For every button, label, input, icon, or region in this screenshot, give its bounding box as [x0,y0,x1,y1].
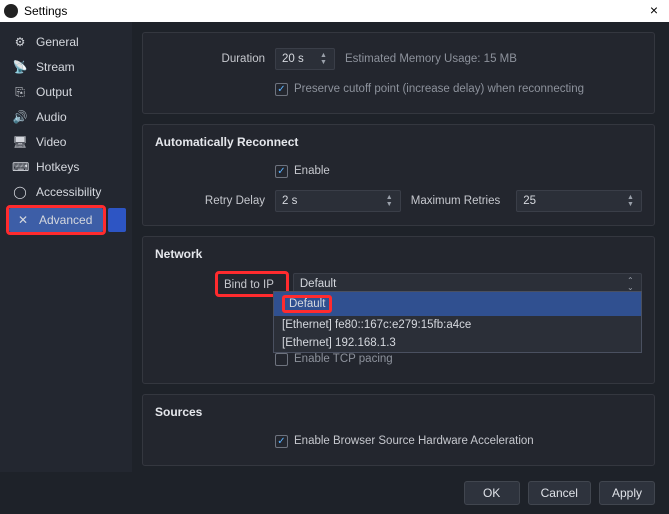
duration-value: 20 s [282,53,304,65]
keyboard-icon: ⌨ [12,160,28,174]
option-label: [Ethernet] fe80::167c:e279:15fb:a4ce [282,319,471,331]
row-duration: Duration 20 s ▲▼ Estimated Memory Usage:… [155,47,642,71]
selection-overflow [108,208,126,232]
tcp-pacing-checkbox-row[interactable]: Enable TCP pacing [275,353,393,366]
memory-usage-text: Estimated Memory Usage: 15 MB [345,53,517,65]
row-browser-hw: Enable Browser Source Hardware Accelerat… [155,429,642,453]
sources-title: Sources [155,405,642,419]
gear-icon: ⚙ [12,35,28,49]
sidebar: ⚙ General 📡 Stream ⎘ Output 🔊 Audio 🖥 Vi… [0,22,132,472]
close-icon[interactable]: × [645,2,663,18]
dialog-footer: OK Cancel Apply [0,472,669,514]
spinner-arrows-icon[interactable]: ▲▼ [386,191,398,211]
sidebar-item-stream[interactable]: 📡 Stream [6,55,126,79]
checkbox-icon[interactable] [275,435,288,448]
preserve-label: Preserve cutoff point (increase delay) w… [294,83,584,95]
section-sources: Sources Enable Browser Source Hardware A… [142,394,655,466]
reconnect-title: Automatically Reconnect [155,135,642,149]
highlight-default-option: Default [282,295,332,313]
window-title: Settings [24,4,67,18]
sidebar-item-video[interactable]: 🖥 Video [6,130,126,154]
speaker-icon: 🔊 [12,110,28,124]
max-retries-value: 25 [523,195,536,207]
option-label: Default [289,298,325,310]
sidebar-item-label: Output [36,85,72,99]
max-retries-spinner[interactable]: 25 ▲▼ [516,190,642,212]
highlight-advanced: ✕ Advanced [6,205,106,235]
browser-hw-checkbox-row[interactable]: Enable Browser Source Hardware Accelerat… [275,435,534,448]
row-enable: Enable [155,159,642,183]
sidebar-item-label: Hotkeys [36,160,79,174]
retry-delay-value: 2 s [282,195,297,207]
row-retry: Retry Delay 2 s ▲▼ Maximum Retries 25 ▲▼ [155,189,642,213]
sidebar-item-label: General [36,35,79,49]
retry-delay-spinner[interactable]: 2 s ▲▼ [275,190,401,212]
sidebar-item-label: Video [36,135,66,149]
network-title: Network [155,247,642,261]
section-stream-delay: Duration 20 s ▲▼ Estimated Memory Usage:… [142,32,655,114]
dropdown-option-ethernet-ipv4[interactable]: [Ethernet] 192.168.1.3 [274,334,641,352]
sidebar-item-general[interactable]: ⚙ General [6,30,126,54]
apply-button[interactable]: Apply [599,481,655,505]
bind-ip-value: Default [300,278,336,290]
dropdown-option-default[interactable]: Default [274,292,641,316]
max-retries-label: Maximum Retries [411,195,506,207]
enable-checkbox-row[interactable]: Enable [275,165,330,178]
content-area: Duration 20 s ▲▼ Estimated Memory Usage:… [132,22,669,472]
option-label: [Ethernet] 192.168.1.3 [282,337,396,349]
checkbox-icon[interactable] [275,83,288,96]
sidebar-item-label: Advanced [39,213,92,227]
sidebar-item-hotkeys[interactable]: ⌨ Hotkeys [6,155,126,179]
row-preserve: Preserve cutoff point (increase delay) w… [155,77,642,101]
duration-spinner[interactable]: 20 s ▲▼ [275,48,335,70]
duration-label: Duration [155,53,275,65]
sidebar-item-label: Audio [36,110,67,124]
titlebar: Settings × [0,0,669,22]
bind-ip-label: Bind to IP [224,279,280,291]
cancel-button[interactable]: Cancel [528,481,591,505]
browser-hw-label: Enable Browser Source Hardware Accelerat… [294,435,534,447]
tools-icon: ✕ [15,213,31,227]
antenna-icon: 📡 [12,60,28,74]
checkbox-icon[interactable] [275,165,288,178]
dropdown-option-ethernet-ipv6[interactable]: [Ethernet] fe80::167c:e279:15fb:a4ce [274,316,641,334]
section-reconnect: Automatically Reconnect Enable Retry Del… [142,124,655,226]
enable-label: Enable [294,165,330,177]
bind-ip-dropdown[interactable]: Default [Ethernet] fe80::167c:e279:15fb:… [273,291,642,353]
app-icon [4,4,18,18]
sidebar-item-accessibility[interactable]: ◯ Accessibility [6,180,126,204]
output-icon: ⎘ [12,85,28,100]
preserve-checkbox-row[interactable]: Preserve cutoff point (increase delay) w… [275,83,584,96]
section-network: Network Bind to IP Default ⌃⌄ Default [142,236,655,384]
spinner-arrows-icon[interactable]: ▲▼ [627,191,639,211]
sidebar-item-output[interactable]: ⎘ Output [6,80,126,104]
accessibility-icon: ◯ [12,185,28,199]
sidebar-item-label: Stream [36,60,75,74]
sidebar-item-audio[interactable]: 🔊 Audio [6,105,126,129]
checkbox-icon[interactable] [275,353,288,366]
sidebar-item-advanced[interactable]: ✕ Advanced [9,208,103,232]
monitor-icon: 🖥 [12,135,28,149]
sidebar-item-label: Accessibility [36,185,101,199]
retry-delay-label: Retry Delay [155,195,275,207]
spinner-arrows-icon[interactable]: ▲▼ [320,49,332,69]
ok-button[interactable]: OK [464,481,520,505]
tcp-pacing-label: Enable TCP pacing [294,353,393,365]
